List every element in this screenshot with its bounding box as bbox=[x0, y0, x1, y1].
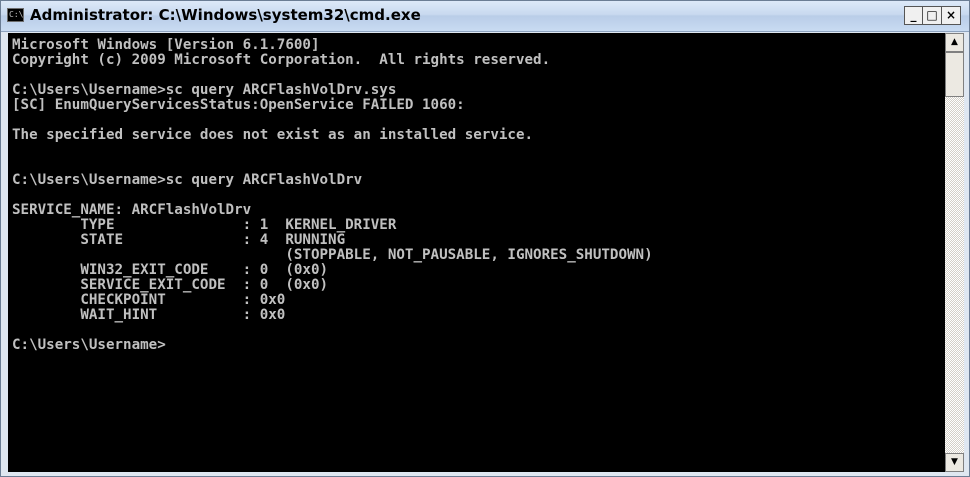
console-line: Microsoft Windows [Version 6.1.7600] bbox=[12, 37, 320, 53]
console-output: Microsoft Windows [Version 6.1.7600] Copy… bbox=[8, 33, 945, 353]
console-area[interactable]: Microsoft Windows [Version 6.1.7600] Copy… bbox=[8, 33, 945, 472]
console-line: WIN32_EXIT_CODE : 0 (0x0) bbox=[12, 262, 329, 278]
console-line: (STOPPABLE, NOT_PAUSABLE, IGNORES_SHUTDO… bbox=[12, 247, 653, 263]
console-line: The specified service does not exist as … bbox=[12, 127, 534, 143]
console-line: WAIT_HINT : 0x0 bbox=[12, 307, 286, 323]
console-line: C:\Users\Username> bbox=[12, 337, 166, 353]
console-line: C:\Users\Username>sc query ARCFlashVolDr… bbox=[12, 82, 397, 98]
vertical-scrollbar[interactable]: ▲ ▼ bbox=[945, 33, 964, 472]
scroll-thumb[interactable] bbox=[945, 52, 964, 97]
scroll-down-button[interactable]: ▼ bbox=[945, 453, 964, 472]
scroll-up-button[interactable]: ▲ bbox=[945, 33, 964, 52]
minimize-button[interactable]: _ bbox=[904, 6, 923, 25]
console-line: TYPE : 1 KERNEL_DRIVER bbox=[12, 217, 397, 233]
cmd-window: C:\ Administrator: C:\Windows\system32\c… bbox=[0, 0, 970, 477]
console-line: SERVICE_EXIT_CODE : 0 (0x0) bbox=[12, 277, 329, 293]
close-button[interactable]: × bbox=[942, 6, 961, 25]
title-bar[interactable]: C:\ Administrator: C:\Windows\system32\c… bbox=[1, 1, 969, 32]
caption-buttons: _ □ × bbox=[904, 6, 961, 25]
console-line: [SC] EnumQueryServicesStatus:OpenService… bbox=[12, 97, 465, 113]
window-title: Administrator: C:\Windows\system32\cmd.e… bbox=[30, 6, 421, 24]
console-line: C:\Users\Username>sc query ARCFlashVolDr… bbox=[12, 172, 363, 188]
console-line: Copyright (c) 2009 Microsoft Corporation… bbox=[12, 52, 551, 68]
console-line: SERVICE_NAME: ARCFlashVolDrv bbox=[12, 202, 252, 218]
maximize-button[interactable]: □ bbox=[923, 6, 942, 25]
cmd-app-icon[interactable]: C:\ bbox=[7, 8, 24, 22]
console-line: CHECKPOINT : 0x0 bbox=[12, 292, 286, 308]
console-line: STATE : 4 RUNNING bbox=[12, 232, 346, 248]
